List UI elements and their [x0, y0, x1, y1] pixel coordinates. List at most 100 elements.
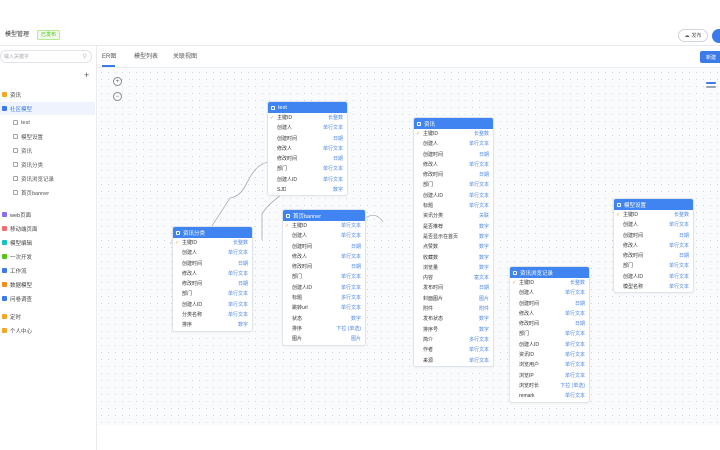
entity-field-row[interactable]: 是否显示在首页 数字	[414, 232, 493, 242]
entity-field-row[interactable]: 部门 单行文本	[414, 180, 493, 190]
entity-field-row[interactable]: 创建时间 日期	[268, 134, 347, 144]
entity-field-row[interactable]: 创建人ID 单行文本	[173, 300, 252, 310]
sidebar-item[interactable]: 工作流	[0, 264, 95, 277]
entity-field-row[interactable]: 点赞数 数字	[414, 242, 493, 252]
entity-field-row[interactable]: 部门 单行文本	[268, 164, 347, 174]
entity-field-row[interactable]: 修改人 单行文本	[268, 144, 347, 154]
entity-field-row[interactable]: 创建人 单行文本	[268, 123, 347, 133]
entity-field-row[interactable]: 浏览IP 单行文本	[510, 371, 589, 381]
entity-field-row[interactable]: 修改时间 日期	[614, 251, 693, 261]
entity-field-row[interactable]: 作者 单行文本	[414, 345, 493, 355]
entity-field-row[interactable]: 创建人ID 单行文本	[510, 340, 589, 350]
entity-header[interactable]: 资讯分类	[173, 227, 252, 238]
entity-field-row[interactable]: 创建人ID 单行文本	[283, 283, 365, 293]
entity-field-row[interactable]: 修改时间 日期	[510, 319, 589, 329]
entity-field-row[interactable]: 创建人 单行文本	[414, 139, 493, 149]
entity-field-row[interactable]: 修改人 单行文本	[173, 269, 252, 279]
entity-field-row[interactable]: 创建人ID 单行文本	[614, 272, 693, 282]
sidebar-item[interactable]: 一次开发	[0, 250, 95, 263]
zoom-out-icon[interactable]: −	[113, 92, 122, 101]
entity-field-row[interactable]: 创建人 单行文本	[510, 288, 589, 298]
entity-field-row[interactable]: 创建人ID 单行文本	[268, 175, 347, 185]
sidebar-item[interactable]: 社区模型	[0, 102, 95, 115]
entity-field-row[interactable]: SJD 数字	[268, 185, 347, 195]
entity-field-row[interactable]: 修改人 单行文本	[283, 252, 365, 262]
entity-field-row[interactable]: 部门 单行文本	[283, 272, 365, 282]
sidebar-item[interactable]: 问卷调查	[0, 292, 95, 305]
zoom-in-icon[interactable]: +	[113, 77, 122, 86]
entity-field-row[interactable]: 创建时间 日期	[614, 231, 693, 241]
entity-field-row[interactable]: 修改时间 日期	[173, 279, 252, 289]
sidebar-item[interactable]: 数据模型	[0, 278, 95, 291]
sidebar-item[interactable]: 资讯分类	[0, 158, 95, 171]
entity-field-row[interactable]: 修改时间 日期	[283, 262, 365, 272]
entity-field-row[interactable]: 修改时间 日期	[268, 154, 347, 164]
entity-field-row[interactable]: 创建时间 日期	[510, 299, 589, 309]
tab-er-diagram[interactable]: ER图	[102, 53, 116, 61]
entity-field-row[interactable]: 创建人ID 单行文本	[414, 191, 493, 201]
entity-field-row[interactable]: 创建时间 日期	[283, 242, 365, 252]
sidebar-item[interactable]: 模型设置	[0, 130, 95, 143]
entity-field-row[interactable]: 部门 单行文本	[173, 289, 252, 299]
entity-field-row[interactable]: 创建时间 日期	[414, 150, 493, 160]
entity-field-row[interactable]: 发布时间 日期	[414, 283, 493, 293]
entity-field-row[interactable]: 标题 单行文本	[414, 201, 493, 211]
sidebar-item[interactable]: 资讯浏览记录	[0, 172, 95, 185]
entity-table[interactable]: 资讯浏览记录 ✓ 主键ID 长整数 创建人 单行文本 创建时间 日期 修改人 单行文本 修改时间 日期…	[510, 267, 589, 402]
sidebar-item[interactable]: 个人中心	[0, 324, 95, 337]
sidebar-item[interactable]: 首页banner	[0, 186, 95, 199]
entity-field-row[interactable]: 跳转url 单行文本	[283, 303, 365, 313]
entity-field-row[interactable]: 排序 数字	[173, 320, 252, 330]
entity-field-row[interactable]: 浏览时长 下拉 (单选)	[510, 381, 589, 391]
entity-field-row[interactable]: 浏览量 数字	[414, 263, 493, 273]
entity-field-row[interactable]: 创建时间 日期	[173, 259, 252, 269]
minimap-icon[interactable]	[706, 82, 716, 92]
entity-table[interactable]: 模型设置 ✓ 主键ID 长整数 创建人 单行文本 创建时间 日期 修改人 单行文本 修改时间 日期 部门…	[614, 199, 693, 293]
sidebar-item[interactable]: 定时	[0, 310, 95, 323]
entity-field-row[interactable]: 资讯分类 关联	[414, 211, 493, 221]
tab-model-list[interactable]: 模型列表	[134, 53, 158, 61]
sidebar-item[interactable]: 资讯	[0, 88, 95, 101]
sidebar-item[interactable]: 模型编辑	[0, 236, 95, 249]
entity-header[interactable]: 资讯	[414, 118, 493, 129]
entity-field-row[interactable]: 排序 下拉 (单选)	[283, 324, 365, 334]
entity-field-row[interactable]: 部门 单行文本	[614, 261, 693, 271]
entity-field-row[interactable]: ✓ 主键ID 长整数	[510, 278, 589, 288]
sidebar-item[interactable]: test	[0, 116, 95, 129]
entity-field-row[interactable]: 修改时间 日期	[414, 170, 493, 180]
entity-field-row[interactable]: 标题 多行文本	[283, 293, 365, 303]
entity-field-row[interactable]: 状态 数字	[283, 314, 365, 324]
entity-field-row[interactable]: 图片 图片	[283, 334, 365, 344]
publish-button[interactable]: ☁ 发布	[678, 29, 708, 42]
entity-field-row[interactable]: 附件 附件	[414, 304, 493, 314]
entity-table[interactable]: test ✓ 主键ID 长整数 创建人 单行文本 创建时间 日期 修改人 单行文本 修改时间 日期 部门…	[268, 102, 347, 196]
entity-field-row[interactable]: ✓ 主键ID 长整数	[173, 238, 252, 248]
entity-header[interactable]: 资讯浏览记录	[510, 267, 589, 278]
entity-field-row[interactable]: ✓ 主键ID 单行文本	[283, 221, 365, 231]
new-button[interactable]: 新建	[700, 51, 720, 63]
entity-field-row[interactable]: 部门 单行文本	[510, 329, 589, 339]
sidebar-item[interactable]: web页面	[0, 208, 95, 221]
entity-field-row[interactable]: 排序号 数字	[414, 325, 493, 335]
entity-field-row[interactable]: ✓ 主键ID 长整数	[414, 129, 493, 139]
user-avatar[interactable]	[712, 29, 720, 43]
entity-field-row[interactable]: 创建人 单行文本	[173, 248, 252, 258]
search-input[interactable]: 输入关键字 ⚲	[0, 50, 92, 63]
entity-field-row[interactable]: 修改人 单行文本	[510, 309, 589, 319]
sidebar-item[interactable]: 移动端页面	[0, 222, 95, 235]
entity-field-row[interactable]: 收藏数 数字	[414, 253, 493, 263]
entity-field-row[interactable]: 是否推荐 数字	[414, 222, 493, 232]
entity-table[interactable]: 首页banner ✓ 主键ID 单行文本 创建人 单行文本 创建时间 日期 修改人 单行文本 修改时…	[283, 210, 365, 345]
tab-relation-view[interactable]: 关联视图	[173, 53, 197, 61]
entity-header[interactable]: 模型设置	[614, 199, 693, 210]
entity-field-row[interactable]: 发布状态 数字	[414, 314, 493, 324]
add-icon[interactable]: +	[84, 70, 89, 80]
entity-field-row[interactable]: 修改人 单行文本	[614, 241, 693, 251]
entity-field-row[interactable]: 分类名称 单行文本	[173, 310, 252, 320]
entity-field-row[interactable]: 创建人 单行文本	[614, 220, 693, 230]
entity-table[interactable]: 资讯分类 ✓ 主键ID 长整数 创建人 单行文本 创建时间 日期 修改人 单行文本 修改时间 日期 部门…	[173, 227, 252, 331]
entity-field-row[interactable]: 修改人 单行文本	[414, 160, 493, 170]
entity-field-row[interactable]: 资讯ID 单行文本	[510, 350, 589, 360]
entity-field-row[interactable]: ✓ 主键ID 长整数	[614, 210, 693, 220]
entity-field-row[interactable]: 简介 多行文本	[414, 335, 493, 345]
